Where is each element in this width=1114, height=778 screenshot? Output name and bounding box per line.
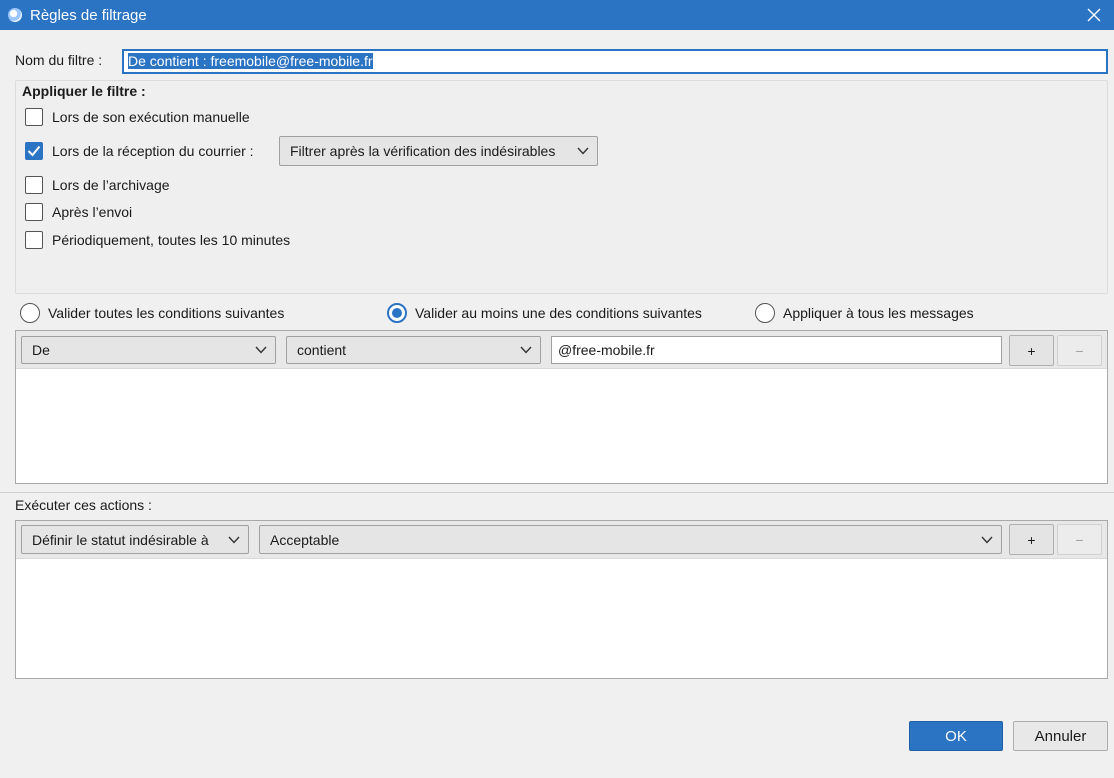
option-periodic[interactable]: Périodiquement, toutes les 10 minutes <box>25 231 290 249</box>
reception-label: Lors de la réception du courrier : <box>52 143 254 159</box>
checkmark-icon <box>27 145 41 157</box>
section-separator <box>0 492 1114 493</box>
filter-name-value: De contient : freemobile@free-mobile.fr <box>128 53 373 69</box>
add-action-button[interactable]: + <box>1009 524 1054 555</box>
apply-filter-title: Appliquer le filtre : <box>22 83 146 99</box>
match-any-radio[interactable] <box>387 303 407 323</box>
cancel-label: Annuler <box>1034 727 1087 745</box>
manual-checkbox[interactable] <box>25 108 43 126</box>
add-condition-label: + <box>1027 342 1036 359</box>
option-reception[interactable]: Lors de la réception du courrier : <box>25 142 254 160</box>
reception-timing-select[interactable]: Filtrer après la vérification des indési… <box>279 136 598 166</box>
add-action-label: + <box>1027 531 1036 548</box>
filter-name-label: Nom du filtre : <box>15 52 103 68</box>
after-send-label: Après l’envoi <box>52 204 133 220</box>
ok-label: OK <box>945 727 967 745</box>
action-type-value: Définir le statut indésirable à <box>32 531 209 548</box>
match-all-messages-radio[interactable] <box>755 303 775 323</box>
chevron-down-icon <box>981 536 993 544</box>
option-archive[interactable]: Lors de l’archivage <box>25 176 170 194</box>
periodic-checkbox[interactable] <box>25 231 43 249</box>
action-value-select[interactable]: Acceptable <box>259 525 1002 554</box>
radio-match-all-messages[interactable]: Appliquer à tous les messages <box>755 303 974 323</box>
match-all-messages-label: Appliquer à tous les messages <box>783 305 974 321</box>
close-button[interactable] <box>1082 3 1106 27</box>
app-icon <box>8 8 22 22</box>
condition-operator-select[interactable]: contient <box>286 336 541 364</box>
title-bar: Règles de filtrage <box>0 0 1114 30</box>
archive-label: Lors de l’archivage <box>52 177 170 193</box>
remove-action-button[interactable]: − <box>1057 524 1102 555</box>
actions-title: Exécuter ces actions : <box>15 497 152 513</box>
radio-match-all[interactable]: Valider toutes les conditions suivantes <box>20 303 284 323</box>
window-title: Règles de filtrage <box>30 6 147 24</box>
condition-operator-value: contient <box>297 342 347 358</box>
action-type-select[interactable]: Définir le statut indésirable à <box>21 525 249 554</box>
remove-action-label: − <box>1075 531 1084 548</box>
radio-match-any[interactable]: Valider au moins une des conditions suiv… <box>387 303 702 323</box>
match-all-radio[interactable] <box>20 303 40 323</box>
add-condition-button[interactable]: + <box>1009 335 1054 366</box>
option-after-send[interactable]: Après l’envoi <box>25 203 132 221</box>
archive-checkbox[interactable] <box>25 176 43 194</box>
condition-value-text: @free-mobile.fr <box>558 342 655 358</box>
match-any-label: Valider au moins une des conditions suiv… <box>415 305 702 321</box>
condition-field-select[interactable]: De <box>21 336 276 364</box>
periodic-label: Périodiquement, toutes les 10 minutes <box>52 232 291 248</box>
ok-button[interactable]: OK <box>909 721 1003 751</box>
remove-condition-label: − <box>1075 342 1084 359</box>
close-icon <box>1087 8 1101 22</box>
cancel-button[interactable]: Annuler <box>1013 721 1108 751</box>
reception-timing-value: Filtrer après la vérification des indési… <box>290 143 556 159</box>
chevron-down-icon <box>577 147 589 155</box>
condition-value-input[interactable]: @free-mobile.fr <box>551 336 1002 364</box>
chevron-down-icon <box>520 346 532 354</box>
match-all-label: Valider toutes les conditions suivantes <box>48 305 285 321</box>
filter-name-input[interactable]: De contient : freemobile@free-mobile.fr <box>122 49 1108 74</box>
reception-checkbox[interactable] <box>25 142 43 160</box>
chevron-down-icon <box>255 346 267 354</box>
chevron-down-icon <box>228 536 240 544</box>
manual-label: Lors de son exécution manuelle <box>52 109 250 125</box>
condition-field-value: De <box>32 342 50 358</box>
remove-condition-button[interactable]: − <box>1057 335 1102 366</box>
action-value-text: Acceptable <box>270 531 340 548</box>
after-send-checkbox[interactable] <box>25 203 43 221</box>
option-manual[interactable]: Lors de son exécution manuelle <box>25 108 250 126</box>
